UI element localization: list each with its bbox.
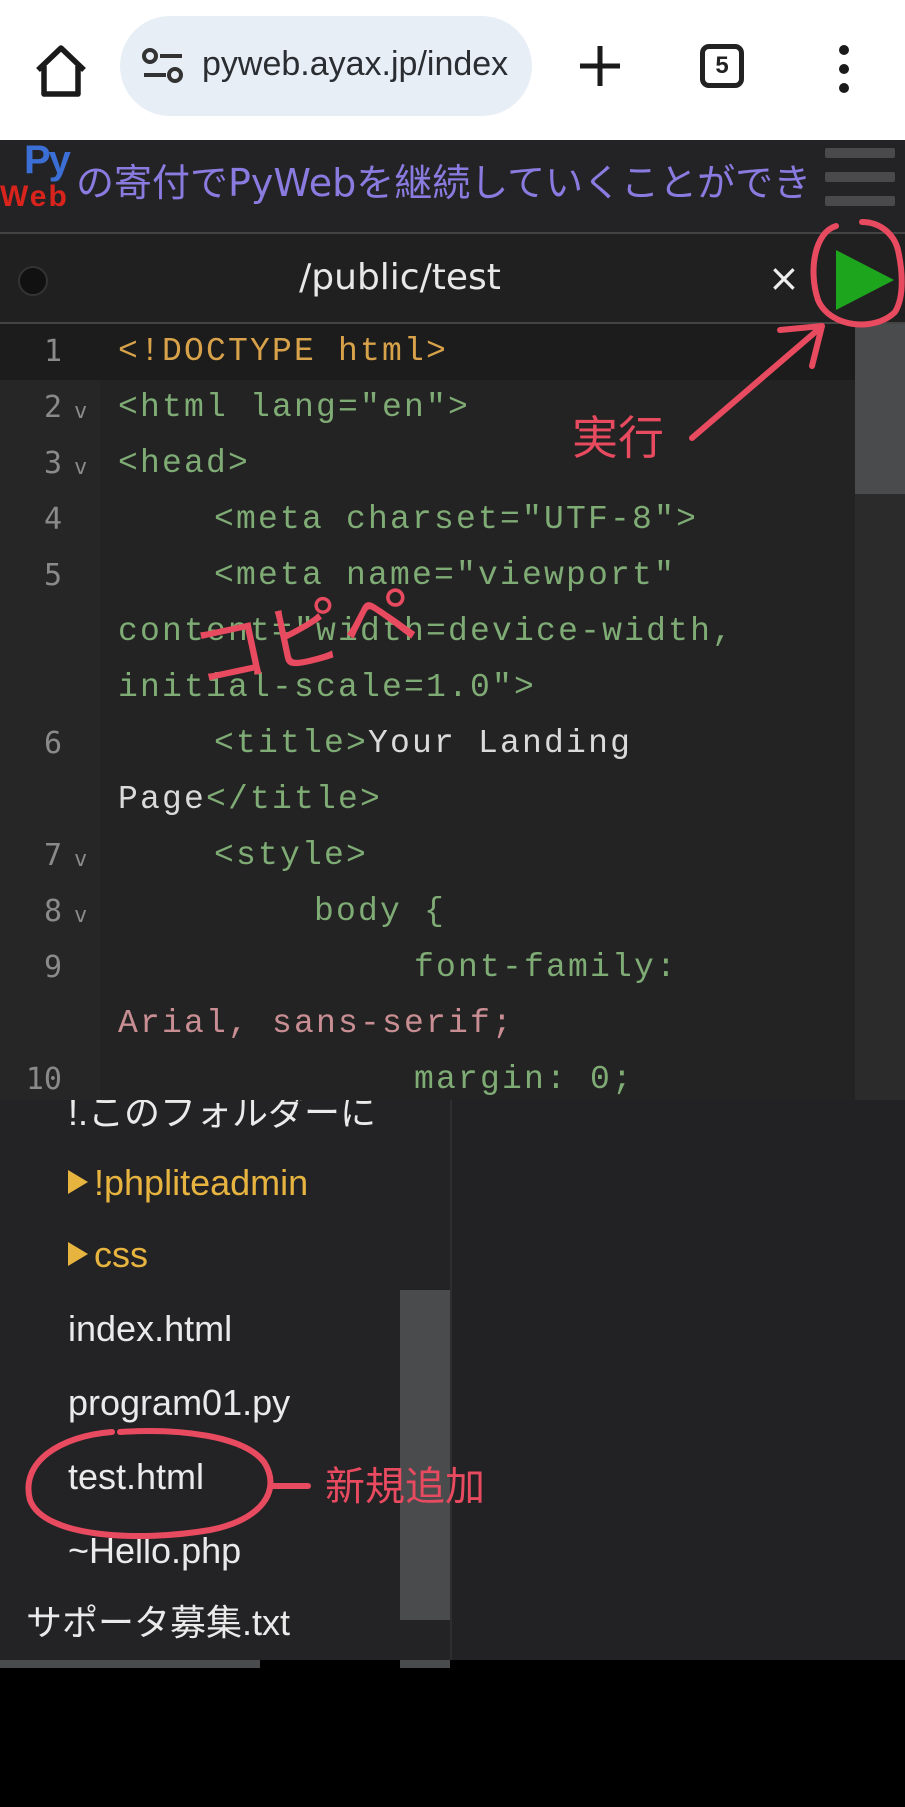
line-number: 2 — [43, 390, 62, 425]
line-number: 10 — [25, 1062, 62, 1097]
fold-icon[interactable]: v — [74, 832, 87, 888]
line-number: 1 — [43, 334, 62, 369]
line-number: 6 — [43, 726, 62, 761]
app-banner: Py Web の寄付でPyWebを継続していくことができ — [0, 140, 905, 232]
donation-marquee: の寄付でPyWebを継続していくことができ — [76, 161, 812, 205]
menu-icon[interactable] — [825, 148, 895, 224]
code-line: <!DOCTYPE html> — [118, 333, 449, 370]
logo-web-text: Web — [0, 180, 69, 213]
browser-toolbar: pyweb.ayax.jp/index 5 — [0, 0, 905, 140]
pyweb-logo[interactable]: Py Web — [0, 140, 80, 232]
more-vert-icon[interactable] — [836, 44, 852, 94]
home-icon[interactable] — [30, 40, 92, 102]
folder-label: !phpliteadmin — [94, 1162, 309, 1203]
url-text: pyweb.ayax.jp/index — [202, 45, 509, 83]
tab-switcher-icon[interactable]: 5 — [700, 44, 744, 88]
run-play-icon[interactable] — [836, 250, 894, 310]
folder-expand-icon — [68, 1242, 88, 1267]
file-item-index-html[interactable]: index.html — [68, 1304, 232, 1354]
code-tag: <title> — [214, 725, 369, 762]
fold-icon[interactable]: v — [74, 440, 87, 496]
address-bar[interactable]: pyweb.ayax.jp/index — [120, 16, 532, 116]
code-line: font-family: — [414, 949, 679, 986]
line-number: 7 — [43, 838, 62, 873]
code-text: Page — [118, 781, 207, 818]
code-line: Arial, sans-serif; — [118, 1005, 515, 1042]
fold-icon[interactable]: v — [74, 384, 87, 440]
editor-scrollbar-thumb[interactable] — [855, 324, 905, 494]
folder-expand-icon — [68, 1170, 88, 1195]
code-line: body { — [314, 893, 447, 930]
line-number: 5 — [43, 558, 62, 593]
logo-py-text: Py — [24, 140, 71, 182]
bottom-blank-area — [0, 1668, 905, 1807]
file-item-hello-php[interactable]: ~Hello.php — [68, 1526, 241, 1576]
annotation-run-label: 実行 — [572, 411, 664, 465]
line-number: 3 — [43, 446, 62, 481]
code-line: <title>Your Landing — [214, 716, 632, 772]
code-editor[interactable]: 1 2 v 3 v 4 5 6 7 v 8 v 9 10 <!DOCTYPE h… — [0, 324, 905, 1100]
site-settings-icon[interactable] — [142, 48, 184, 84]
code-line: Page</title> — [118, 772, 382, 828]
code-line: <meta charset="UTF-8"> — [214, 501, 699, 538]
editor-header: /public/test × — [0, 232, 905, 324]
file-tree-item[interactable]: !.このフォルダーに — [68, 1100, 376, 1138]
file-item-program01-py[interactable]: program01.py — [68, 1378, 290, 1428]
file-item-supporter-txt[interactable]: サポータ募集.txt — [26, 1598, 290, 1648]
horizontal-scrollbar-thumb[interactable] — [0, 1660, 260, 1668]
code-line: <head> — [118, 445, 251, 482]
file-tree: !.このフォルダーに !phpliteadmin css index.html … — [0, 1100, 450, 1660]
file-tree-right-pane — [450, 1100, 905, 1660]
code-line: <html lang="en"> — [118, 389, 471, 426]
line-number: 9 — [43, 950, 62, 985]
line-number: 4 — [43, 502, 62, 537]
code-text: Your Landing — [368, 725, 633, 762]
line-number: 8 — [43, 894, 62, 929]
file-path-title: /public/test — [299, 257, 501, 298]
folder-item-phpliteadmin[interactable]: !phpliteadmin — [68, 1158, 308, 1208]
folder-item-css[interactable]: css — [68, 1230, 148, 1280]
close-editor-button[interactable]: × — [768, 254, 800, 302]
horizontal-scrollbar-thumb[interactable] — [400, 1660, 450, 1668]
code-line: <style> — [214, 837, 369, 874]
file-item-test-html[interactable]: test.html — [68, 1452, 204, 1502]
fold-icon[interactable]: v — [74, 888, 87, 944]
annotation-new-add-label: 新規追加 — [325, 1464, 485, 1510]
code-line: margin: 0; — [414, 1061, 635, 1098]
folder-label: css — [94, 1234, 148, 1275]
new-tab-plus-icon[interactable] — [570, 36, 630, 96]
code-tag: </title> — [206, 781, 383, 818]
